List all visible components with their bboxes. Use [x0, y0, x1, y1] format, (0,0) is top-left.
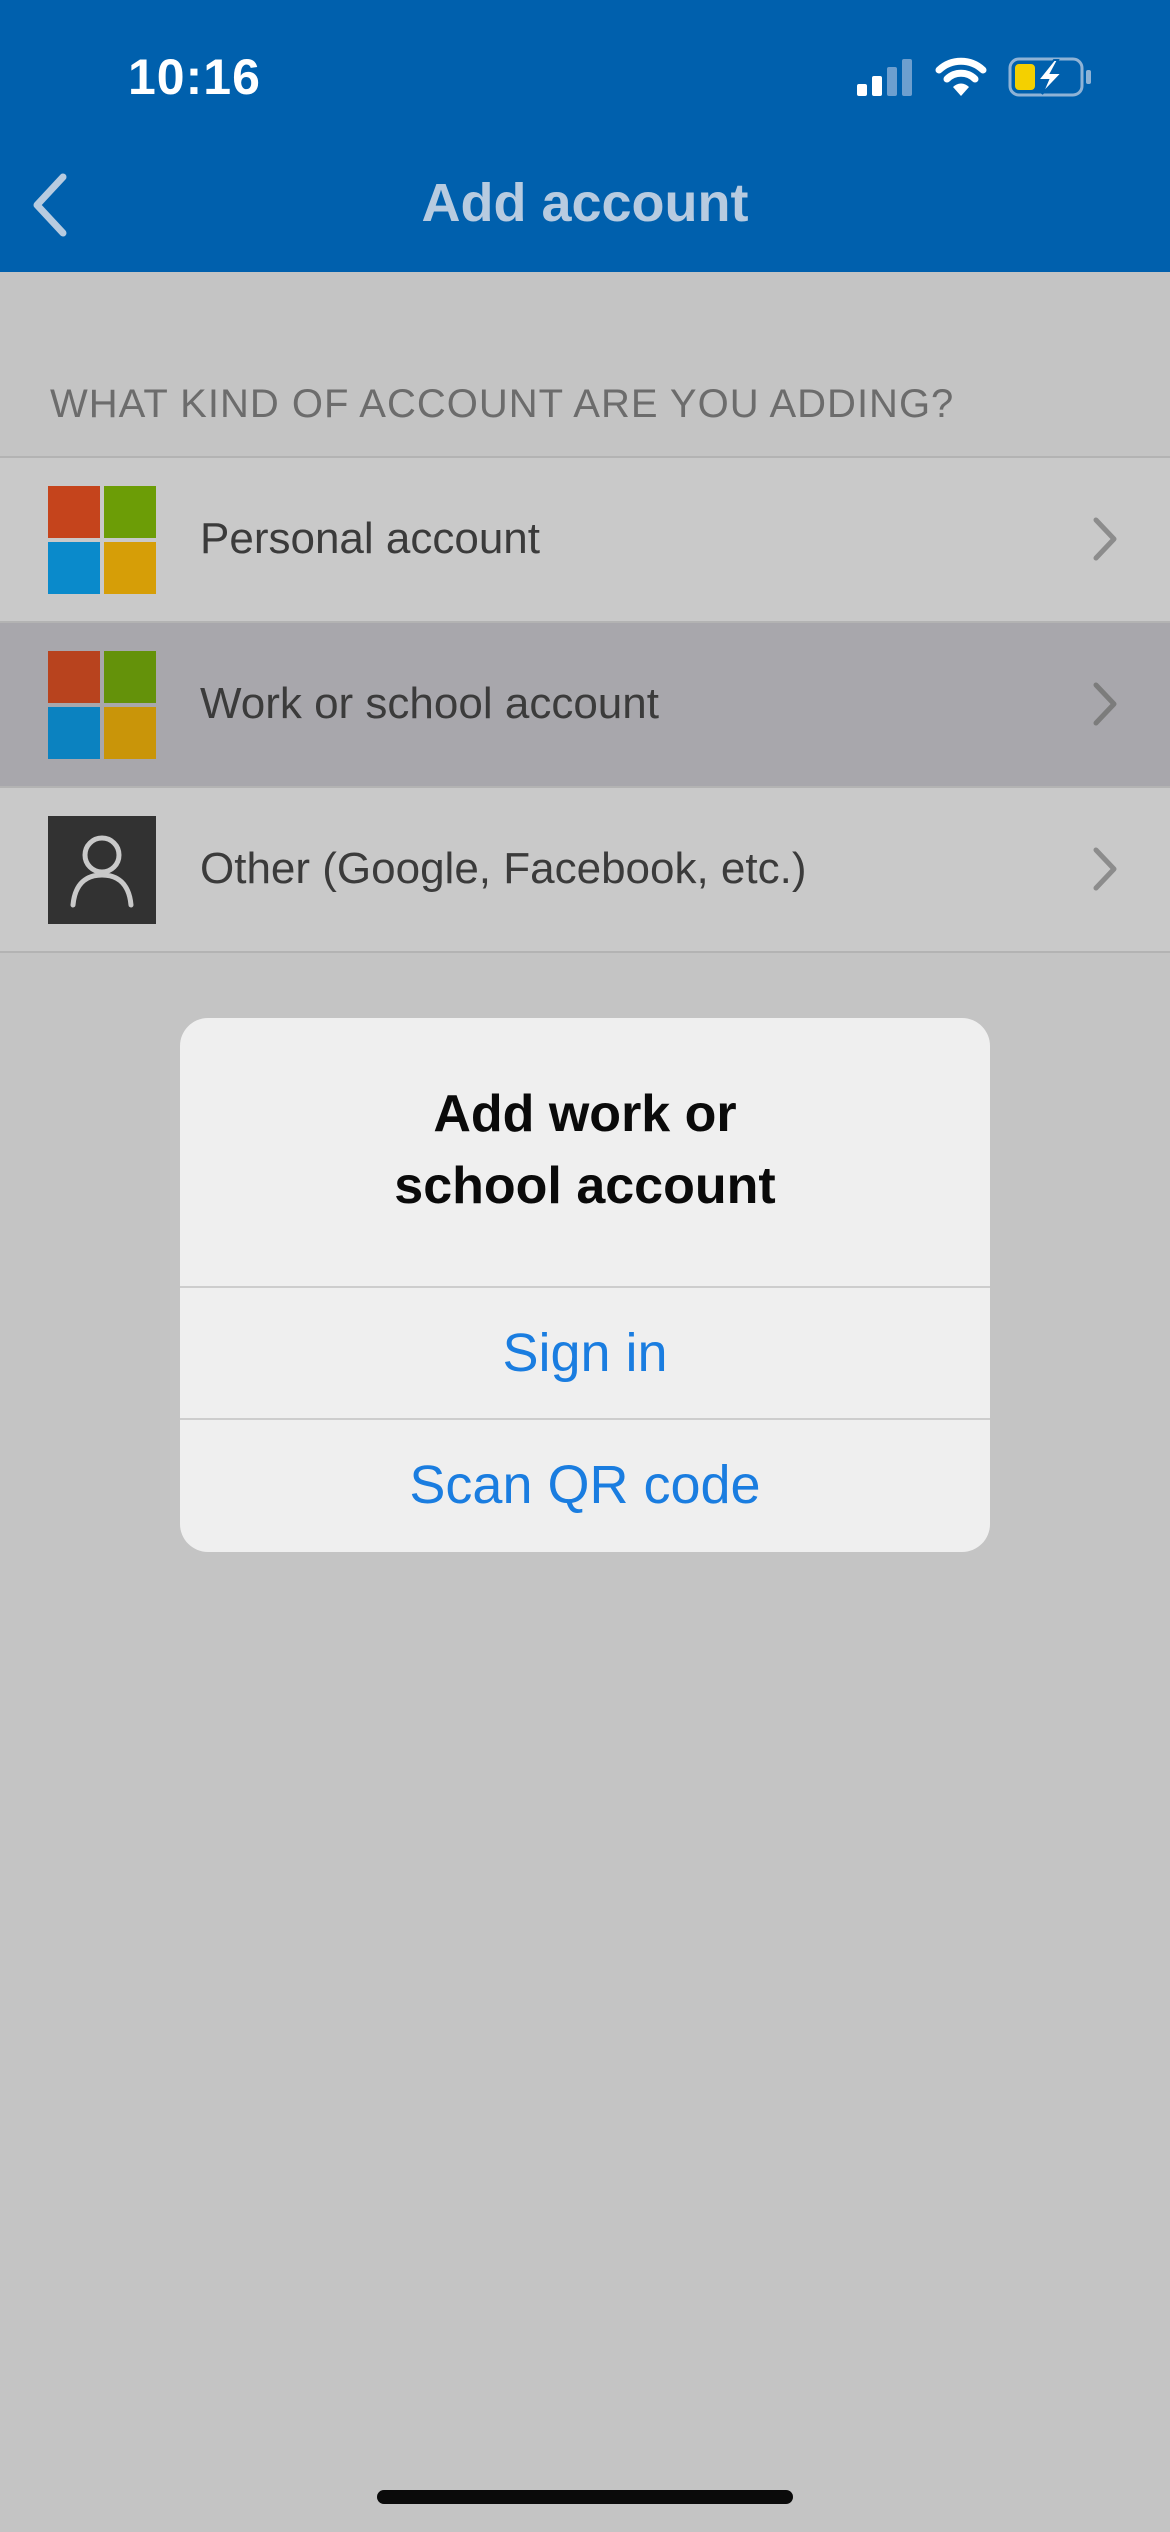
battery-charging-icon [1008, 57, 1091, 97]
section-header: WHAT KIND OF ACCOUNT ARE YOU ADDING? [50, 382, 955, 426]
row-label: Other (Google, Facebook, etc.) [200, 844, 807, 893]
personal-account-row[interactable]: Personal account [0, 458, 1170, 623]
ms-square-yellow [104, 707, 156, 759]
work-school-account-row[interactable]: Work or school account [0, 623, 1170, 788]
ms-square-blue [48, 707, 100, 759]
row-label: Personal account [200, 514, 540, 563]
ms-square-green [104, 651, 156, 703]
home-indicator[interactable] [377, 2490, 793, 2504]
microsoft-logo-icon [48, 486, 156, 594]
nav-header: 10:16 Add account [0, 0, 1170, 272]
wifi-icon [935, 57, 987, 96]
sign-in-button[interactable]: Sign in [180, 1288, 990, 1418]
ms-square-red [48, 651, 100, 703]
scan-qr-code-button[interactable]: Scan QR code [180, 1420, 990, 1550]
chevron-right-icon [1093, 517, 1117, 561]
add-work-account-dialog: Add work or school account Sign in Scan … [180, 1018, 990, 1552]
dialog-title-line2: school account [394, 1157, 776, 1215]
status-time: 10:16 [128, 49, 261, 105]
ms-square-red [48, 486, 100, 538]
dialog-title: Add work or school account [180, 1078, 990, 1222]
dialog-title-line1: Add work or [433, 1085, 737, 1143]
account-type-list: Personal account Work or school account … [0, 456, 1170, 953]
chevron-right-icon [1093, 682, 1117, 726]
other-account-row[interactable]: Other (Google, Facebook, etc.) [0, 788, 1170, 953]
signal-icon [857, 59, 912, 96]
microsoft-logo-icon [48, 651, 156, 759]
chevron-right-icon [1093, 847, 1117, 891]
ms-square-green [104, 486, 156, 538]
person-icon [48, 816, 156, 924]
ms-square-yellow [104, 542, 156, 594]
ms-square-blue [48, 542, 100, 594]
row-label: Work or school account [200, 679, 659, 728]
person-silhouette [70, 835, 134, 908]
page-title: Add account [421, 173, 749, 233]
